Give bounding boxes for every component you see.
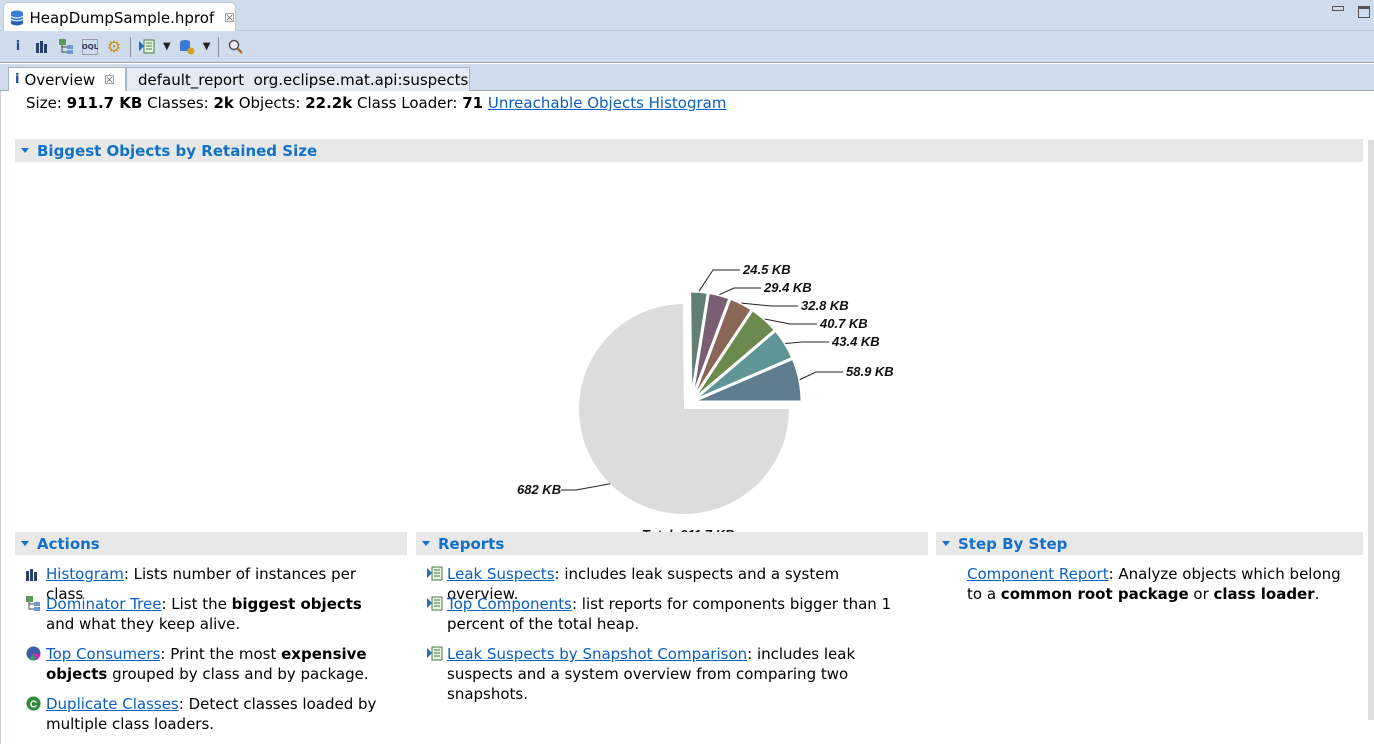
collapse-icon bbox=[422, 541, 430, 546]
slice-label: 29.4 KB bbox=[763, 280, 812, 295]
minimize-button[interactable] bbox=[1332, 6, 1344, 11]
reports-header[interactable]: Reports bbox=[416, 532, 928, 555]
section-title: Actions bbox=[37, 534, 100, 553]
toolbar-separator bbox=[218, 36, 220, 57]
editor-tab-bar: HeapDumpSample.hprof ☒ bbox=[0, 0, 1374, 32]
leader-line bbox=[799, 371, 843, 381]
class-loader-value: 71 bbox=[462, 94, 484, 112]
report-icon bbox=[427, 646, 443, 661]
top-consumers-link[interactable]: Top Consumers bbox=[46, 645, 160, 663]
item-description: : List the bbox=[161, 595, 232, 613]
list-item: Top Consumers: Print the most expensive … bbox=[26, 644, 386, 684]
report-icon[interactable] bbox=[139, 39, 155, 55]
list-item: Component Report: Analyze objects which … bbox=[947, 564, 1347, 604]
biggest-objects-header[interactable]: Biggest Objects by Retained Size bbox=[15, 139, 1363, 162]
top-components-link[interactable]: Top Components bbox=[447, 595, 572, 613]
leak-suspects-link[interactable]: Leak Suspects bbox=[447, 565, 555, 583]
classes-value: 2k bbox=[213, 94, 234, 112]
item-description: biggest objects bbox=[231, 595, 362, 613]
maximize-button[interactable] bbox=[1358, 6, 1370, 18]
slice-label: 58.9 KB bbox=[846, 364, 894, 379]
leader-line bbox=[741, 302, 798, 307]
histogram-icon bbox=[26, 566, 41, 581]
dominator-tree-link[interactable]: Dominator Tree bbox=[46, 595, 161, 613]
leak-suspects-by-snapshot-comparison-link[interactable]: Leak Suspects by Snapshot Comparison bbox=[447, 645, 747, 663]
component-report-link[interactable]: Component Report bbox=[967, 565, 1109, 583]
slice-label: 40.7 KB bbox=[819, 316, 868, 331]
collapse-icon bbox=[21, 541, 29, 546]
classes-label: Classes: bbox=[147, 94, 209, 112]
report-icon bbox=[427, 596, 443, 611]
duplicate-classes-link[interactable]: Duplicate Classes bbox=[46, 695, 179, 713]
item-description: grouped by class and by package. bbox=[107, 665, 369, 683]
list-item: Dominator Tree: List the biggest objects… bbox=[26, 594, 386, 634]
info-icon: i bbox=[15, 72, 20, 87]
close-icon[interactable]: ☒ bbox=[104, 73, 115, 87]
tab-label: default_report org.eclipse.mat.api:suspe… bbox=[138, 70, 469, 89]
item-description: or bbox=[1188, 585, 1214, 603]
leader-line bbox=[561, 483, 611, 491]
tab-default-report[interactable]: default_report org.eclipse.mat.api:suspe… bbox=[126, 67, 470, 91]
info-icon[interactable]: i bbox=[10, 39, 26, 55]
heap-dump-dropdown-icon[interactable]: ▼ bbox=[203, 41, 211, 52]
section-title: Reports bbox=[438, 534, 505, 553]
report-dropdown-icon[interactable]: ▼ bbox=[163, 41, 171, 52]
heap-dump-gear-icon[interactable] bbox=[179, 39, 195, 55]
tab-label: Overview bbox=[24, 70, 96, 89]
class-loader-label: Class Loader: bbox=[357, 94, 458, 112]
heap-summary: Size: 911.7 KB Classes: 2k Objects: 22.2… bbox=[26, 94, 726, 112]
duplicate-classes-icon: C bbox=[26, 696, 41, 711]
tab-overview[interactable]: i Overview ☒ bbox=[8, 67, 126, 91]
close-icon[interactable]: ☒ bbox=[224, 11, 235, 25]
objects-value: 22.2k bbox=[305, 94, 353, 112]
dominator-tree-icon bbox=[26, 596, 41, 611]
editor-tab-heapdump[interactable]: HeapDumpSample.hprof ☒ bbox=[3, 2, 236, 32]
slice-label: 43.4 KB bbox=[831, 334, 880, 349]
gear-icon[interactable]: ⚙ bbox=[106, 37, 122, 56]
actions-header[interactable]: Actions bbox=[15, 532, 407, 555]
list-item: C Duplicate Classes: Detect classes loade… bbox=[26, 694, 386, 734]
database-icon bbox=[10, 10, 24, 25]
item-description: class loader bbox=[1213, 585, 1315, 603]
oql-icon[interactable]: OQL bbox=[82, 38, 98, 55]
slice-label: 32.8 KB bbox=[801, 298, 849, 313]
collapse-icon bbox=[21, 148, 29, 153]
search-icon[interactable] bbox=[227, 39, 243, 55]
report-tab-bar: i Overview ☒ default_report org.eclipse.… bbox=[0, 64, 1374, 91]
biggest-objects-pie-chart: 58.9 KB 43.4 KB 40.7 KB 32.8 KB 29.4 KB 24.5 … bbox=[517, 262, 894, 542]
dominator-tree-icon[interactable] bbox=[58, 39, 74, 55]
objects-label: Objects: bbox=[238, 94, 301, 112]
slice-label: 682 KB bbox=[517, 482, 561, 497]
unreachable-objects-histogram-link[interactable]: Unreachable Objects Histogram bbox=[488, 94, 727, 112]
toolbar: i OQL ⚙ ▼ ▼ bbox=[0, 31, 1374, 63]
slice-label: 24.5 KB bbox=[742, 262, 791, 277]
item-description: common root package bbox=[1000, 585, 1189, 603]
collapse-icon bbox=[942, 541, 950, 546]
leader-line bbox=[764, 318, 817, 325]
section-title: Step By Step bbox=[958, 534, 1068, 553]
section-title: Biggest Objects by Retained Size bbox=[37, 141, 318, 160]
overview-page: Size: 911.7 KB Classes: 2k Objects: 22.2… bbox=[0, 91, 1366, 744]
item-description: : Print the most bbox=[160, 645, 282, 663]
size-label: Size: bbox=[26, 94, 62, 112]
item-description: and what they keep alive. bbox=[46, 615, 241, 633]
vertical-scrollbar[interactable] bbox=[1368, 140, 1374, 720]
report-icon bbox=[427, 566, 443, 581]
step-by-step-header[interactable]: Step By Step bbox=[936, 532, 1363, 555]
list-item: Top Components: list reports for compone… bbox=[427, 594, 907, 634]
editor-tab-title: HeapDumpSample.hprof bbox=[29, 8, 215, 27]
toolbar-separator bbox=[130, 36, 131, 57]
leader-line bbox=[719, 287, 761, 296]
histogram-icon[interactable] bbox=[34, 39, 50, 55]
leader-line bbox=[785, 341, 829, 344]
size-value: 911.7 KB bbox=[66, 94, 143, 112]
svg-text:C: C bbox=[30, 700, 37, 711]
list-item: Leak Suspects by Snapshot Comparison: in… bbox=[427, 644, 907, 704]
top-consumers-icon bbox=[26, 646, 41, 661]
histogram-link[interactable]: Histogram bbox=[46, 565, 124, 583]
item-description: . bbox=[1314, 585, 1320, 603]
